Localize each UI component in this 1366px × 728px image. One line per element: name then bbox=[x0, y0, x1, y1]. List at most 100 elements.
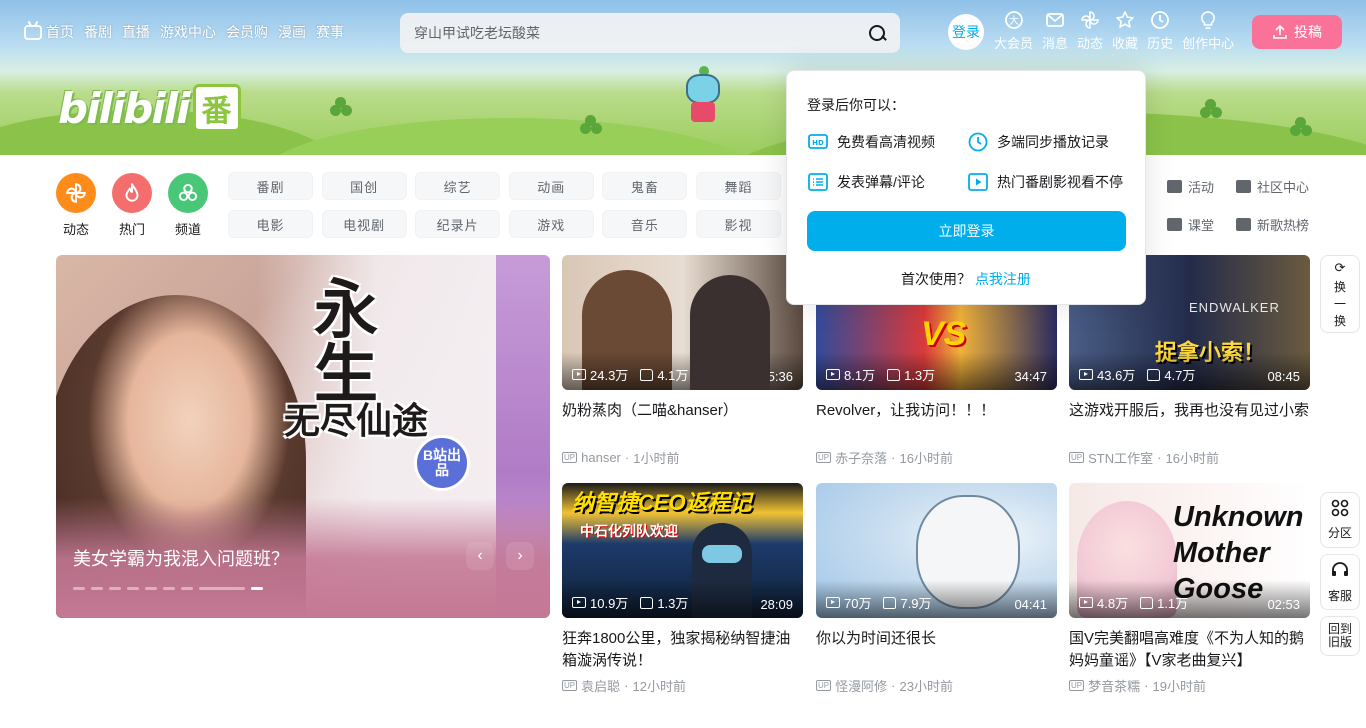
refresh-button[interactable]: ⟳ 换 一 换 bbox=[1320, 255, 1360, 333]
video-author[interactable]: 袁启聪 bbox=[581, 676, 620, 695]
refresh-icon: ⟳ bbox=[1334, 259, 1346, 275]
carousel-next-button[interactable]: › bbox=[506, 542, 534, 570]
upload-label: 投稿 bbox=[1294, 24, 1322, 40]
community-icon bbox=[1236, 179, 1251, 193]
view-count: 70万 bbox=[844, 596, 872, 611]
video-duration: 04:41 bbox=[1014, 597, 1047, 612]
register-prompt-text: 首次使用？ bbox=[901, 271, 972, 287]
carousel-dot[interactable] bbox=[163, 587, 175, 590]
carousel-dot-active[interactable] bbox=[251, 587, 263, 590]
carousel-dot[interactable] bbox=[181, 587, 193, 590]
video-author[interactable]: hanser bbox=[581, 450, 621, 465]
video-author[interactable]: 怪漫阿修 bbox=[835, 676, 887, 695]
nav-anime[interactable]: 番剧 bbox=[84, 22, 112, 42]
register-prompt: 首次使用？ 点我注册 bbox=[807, 269, 1125, 289]
video-thumbnail[interactable]: Unknown Mother Goose 4.8万 1.1万 02:53 bbox=[1069, 483, 1310, 618]
register-link[interactable]: 点我注册 bbox=[975, 271, 1031, 287]
quick-channel-dynamics[interactable]: 动态 bbox=[56, 173, 96, 238]
uploader-icon: UP bbox=[816, 680, 832, 691]
chip-variety[interactable]: 综艺 bbox=[415, 172, 501, 200]
hd-icon: HD bbox=[807, 131, 829, 153]
carousel-dot[interactable] bbox=[109, 587, 121, 590]
quick-channel-hot[interactable]: 热门 bbox=[112, 173, 152, 238]
old-version-button[interactable]: 回到 旧版 bbox=[1320, 616, 1360, 656]
nav-mall[interactable]: 会员购 bbox=[226, 22, 268, 42]
uploader-icon: UP bbox=[1069, 680, 1085, 691]
nav-esports[interactable]: 赛事 bbox=[316, 22, 344, 42]
carousel-prev-button[interactable]: ‹ bbox=[466, 542, 494, 570]
search-icon[interactable] bbox=[868, 24, 886, 42]
clock-icon bbox=[1150, 10, 1170, 30]
video-thumbnail[interactable]: 70万 7.9万 04:41 bbox=[816, 483, 1057, 618]
chip-anime[interactable]: 番剧 bbox=[228, 172, 313, 200]
login-avatar-button[interactable]: 登录 bbox=[948, 14, 984, 50]
video-time: 12小时前 bbox=[632, 679, 686, 694]
nav-creator-center[interactable]: 创作中心 bbox=[1182, 10, 1234, 54]
link-community[interactable]: 社区中心 bbox=[1236, 172, 1316, 200]
mascot-illustration bbox=[682, 66, 724, 126]
featured-carousel[interactable]: 永 生 无尽仙途 B站出品 美女学霸为我混入问题班？ ‹ › bbox=[56, 255, 550, 618]
carousel-dot[interactable] bbox=[127, 587, 139, 590]
video-title[interactable]: 你以为时间还很长 bbox=[816, 628, 1057, 672]
link-community-label: 社区中心 bbox=[1257, 179, 1310, 195]
view-count: 43.6万 bbox=[1097, 368, 1136, 383]
nav-dynamics[interactable]: 动态 bbox=[1077, 10, 1103, 54]
link-activity-label: 活动 bbox=[1188, 179, 1215, 195]
video-title[interactable]: 狂奔1800公里，独家揭秘纳智捷油箱漩涡传说！ bbox=[562, 628, 803, 672]
video-card[interactable]: 纳智捷CEO返程记 中石化列队欢迎 10.9万 1.3万 28:09 狂奔180… bbox=[562, 483, 803, 695]
carousel-dot[interactable] bbox=[91, 587, 103, 590]
video-author[interactable]: 梦音茶糯 bbox=[1088, 676, 1140, 695]
login-now-button[interactable]: 立即登录 bbox=[807, 211, 1126, 251]
chip-dance[interactable]: 舞蹈 bbox=[695, 172, 781, 200]
nav-manga[interactable]: 漫画 bbox=[278, 22, 306, 42]
flame-icon bbox=[112, 173, 152, 213]
video-title[interactable]: 国V完美翻唱高难度《不为人知的鹅妈妈童谣》【V家老曲复兴】 bbox=[1069, 628, 1310, 672]
old-version-label: 旧版 bbox=[1327, 635, 1352, 649]
like-icon bbox=[887, 368, 901, 381]
nav-live[interactable]: 直播 bbox=[122, 22, 150, 42]
video-title[interactable]: 奶粉蒸肉（二喵&hanser） bbox=[562, 400, 803, 444]
chip-film[interactable]: 影视 bbox=[695, 210, 781, 238]
video-title[interactable]: Revolver，让我访问！！！ bbox=[816, 400, 1057, 444]
video-card[interactable]: 70万 7.9万 04:41 你以为时间还很长 UP 怪漫阿修 · 23小时前 bbox=[816, 483, 1057, 695]
nav-vip[interactable]: 大 大会员 bbox=[994, 10, 1033, 54]
chip-music[interactable]: 音乐 bbox=[602, 210, 688, 238]
bilibili-logo[interactable]: bilibili 番 bbox=[58, 82, 241, 134]
video-title[interactable]: 这游戏开服后，我再也没有见过小索 bbox=[1069, 400, 1310, 444]
nav-game-center[interactable]: 游戏中心 bbox=[160, 22, 216, 42]
like-count: 1.3万 bbox=[904, 368, 936, 383]
chip-animation[interactable]: 动画 bbox=[508, 172, 594, 200]
grid-icon bbox=[1331, 499, 1349, 522]
nav-home[interactable]: 首页 bbox=[24, 22, 74, 42]
pinwheel-icon bbox=[1080, 10, 1100, 30]
chip-kichiku[interactable]: 鬼畜 bbox=[602, 172, 688, 200]
chip-guochuang[interactable]: 国创 bbox=[321, 172, 407, 200]
carousel-dot[interactable] bbox=[199, 587, 245, 590]
video-card[interactable]: Unknown Mother Goose 4.8万 1.1万 02:53 国V完… bbox=[1069, 483, 1310, 695]
logo-badge: 番 bbox=[192, 84, 241, 132]
video-thumbnail[interactable]: 24.3万 4.1万 15:36 bbox=[562, 255, 803, 390]
carousel-pagination bbox=[73, 587, 263, 590]
chip-tv-series[interactable]: 电视剧 bbox=[321, 210, 407, 238]
nav-favorites[interactable]: 收藏 bbox=[1112, 10, 1138, 54]
chip-movie[interactable]: 电影 bbox=[228, 210, 313, 238]
chip-game[interactable]: 游戏 bbox=[508, 210, 594, 238]
carousel-caption[interactable]: 美女学霸为我混入问题班？ bbox=[73, 545, 289, 571]
upload-button[interactable]: 投稿 bbox=[1252, 15, 1342, 49]
chip-documentary[interactable]: 纪录片 bbox=[415, 210, 501, 238]
nav-history[interactable]: 历史 bbox=[1147, 10, 1173, 54]
video-author[interactable]: 赤子奈落 bbox=[835, 448, 887, 467]
link-new-songs[interactable]: 新歌热榜 bbox=[1236, 210, 1316, 238]
partition-button[interactable]: 分区 bbox=[1320, 492, 1360, 548]
quick-channel-channels[interactable]: 频道 bbox=[168, 173, 208, 238]
search-input[interactable] bbox=[414, 25, 868, 41]
customer-service-button[interactable]: 客服 bbox=[1320, 554, 1360, 610]
link-classroom[interactable]: 课堂 bbox=[1167, 210, 1236, 238]
link-activity[interactable]: 活动 bbox=[1167, 172, 1236, 200]
carousel-dot[interactable] bbox=[73, 587, 85, 590]
video-card[interactable]: 24.3万 4.1万 15:36 奶粉蒸肉（二喵&hanser） UP hans… bbox=[562, 255, 803, 467]
carousel-dot[interactable] bbox=[145, 587, 157, 590]
video-author[interactable]: STN工作室 bbox=[1088, 448, 1153, 467]
video-thumbnail[interactable]: 纳智捷CEO返程记 中石化列队欢迎 10.9万 1.3万 28:09 bbox=[562, 483, 803, 618]
nav-messages[interactable]: 消息 bbox=[1042, 10, 1068, 54]
